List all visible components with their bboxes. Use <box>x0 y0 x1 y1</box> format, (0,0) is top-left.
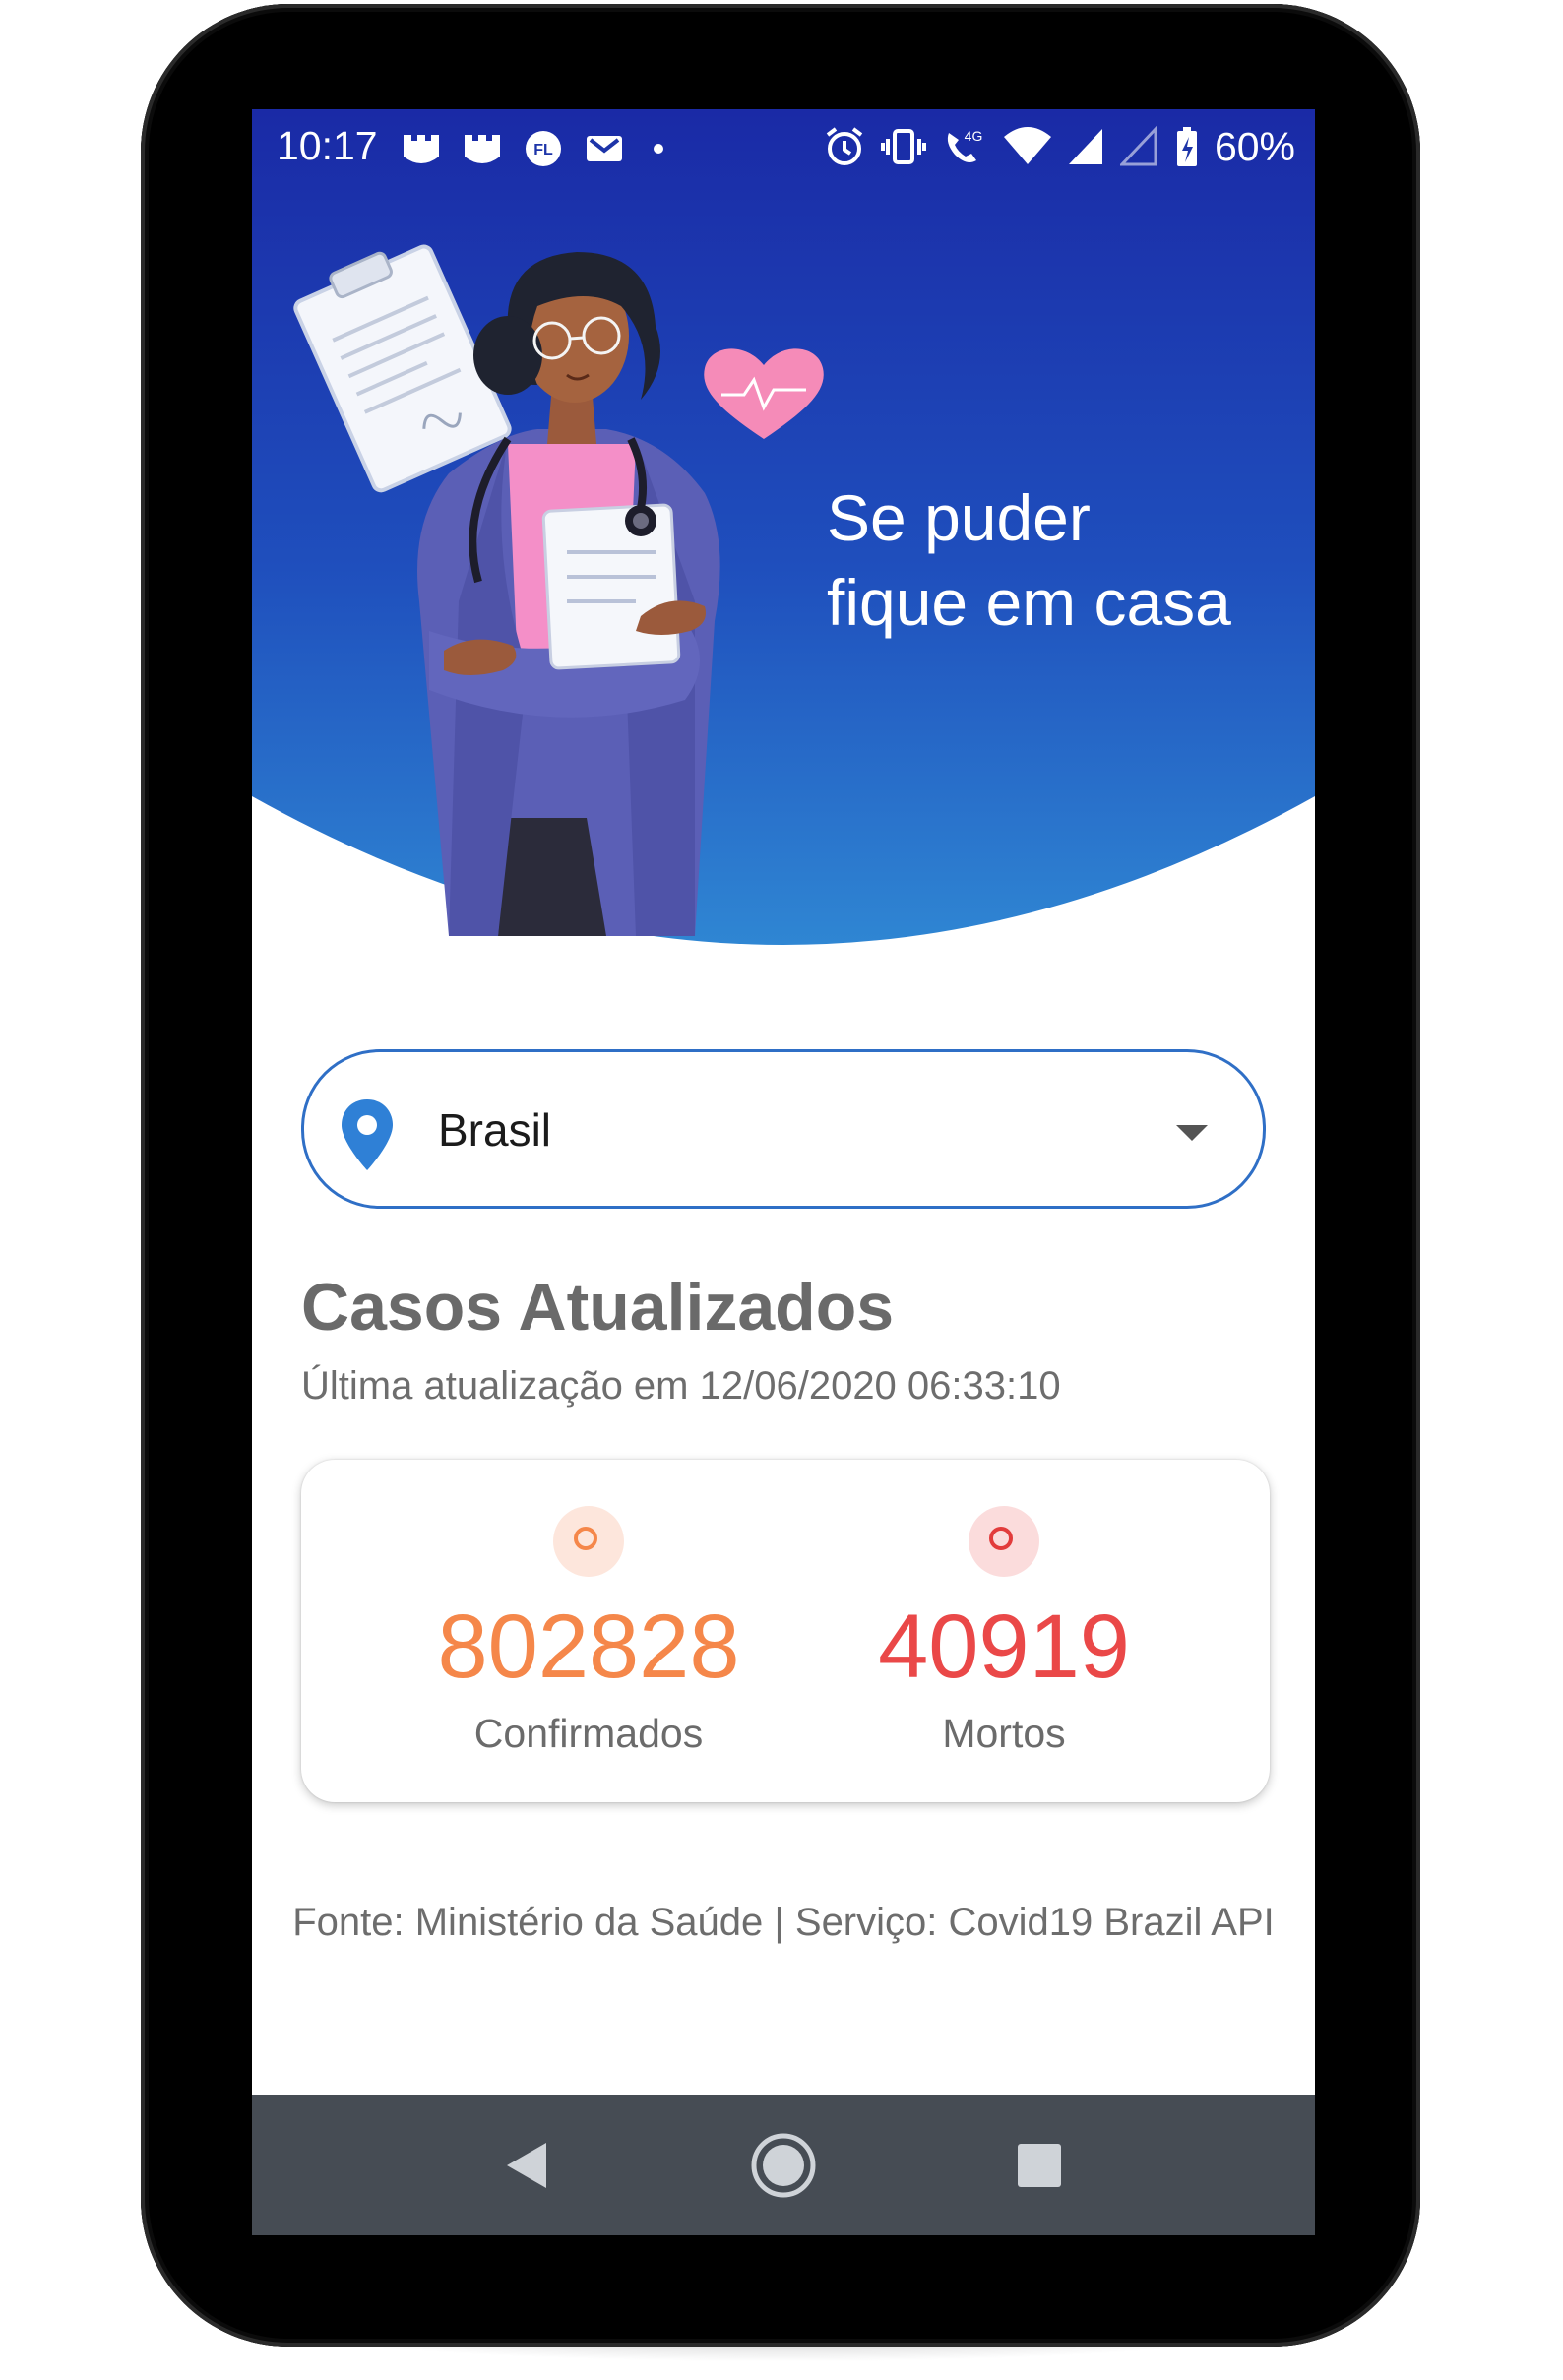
hero-banner: 10:17 FL 4G 60% Se puder fique em casa <box>252 109 1315 1094</box>
svg-text:4G: 4G <box>965 128 983 144</box>
hero-tagline: Se puder fique em casa <box>827 475 1299 645</box>
castle-icon <box>404 135 439 163</box>
chevron-down-icon <box>1176 1125 1208 1141</box>
deaths-value: 40919 <box>878 1597 1130 1697</box>
deaths-stat: 40919 Mortos <box>807 1460 1201 1802</box>
confirmed-indicator-icon <box>553 1506 624 1577</box>
location-select[interactable]: Brasil <box>301 1049 1266 1209</box>
volte-4g-icon: 4G <box>947 128 983 162</box>
signal-icon <box>1068 129 1102 164</box>
recents-icon <box>1018 2143 1061 2187</box>
wifi-icon <box>1003 127 1051 164</box>
home-icon <box>751 2133 816 2197</box>
castle-icon <box>465 135 500 163</box>
gmail-icon <box>587 136 622 161</box>
alarm-icon <box>826 127 863 165</box>
confirmed-label: Confirmados <box>473 1711 704 1756</box>
battery-percentage: 60% <box>1214 123 1295 169</box>
recents-button[interactable] <box>980 2095 1098 2235</box>
last-update-text: Última atualização em 12/06/2020 06:33:1… <box>301 1364 1061 1408</box>
location-pin-icon <box>342 1099 393 1170</box>
status-time: 10:17 <box>277 123 378 168</box>
deaths-label: Mortos <box>942 1711 1066 1756</box>
tagline-line-1: Se puder <box>827 481 1091 554</box>
confirmed-stat: 802828 Confirmados <box>392 1460 785 1802</box>
home-button[interactable] <box>724 2095 843 2235</box>
confirmed-value: 802828 <box>437 1597 740 1697</box>
svg-text:FL: FL <box>533 142 553 158</box>
source-footer: Fonte: Ministério da Saúde | Serviço: Co… <box>292 1901 1275 1944</box>
cases-title: Casos Atualizados <box>301 1270 895 1345</box>
doctor-illustration <box>417 252 720 936</box>
status-system-icons: 4G 60% <box>823 123 1295 170</box>
dot-icon <box>654 144 663 154</box>
location-select-value: Brasil <box>438 1104 552 1156</box>
system-nav-bar <box>252 2095 1315 2235</box>
status-notification-icons: FL <box>400 127 673 170</box>
stats-card: 802828 Confirmados 40919 Mortos <box>301 1460 1270 1802</box>
vibrate-icon <box>880 129 926 164</box>
signal-empty-icon <box>1119 125 1157 166</box>
battery-charging-icon <box>1176 127 1197 166</box>
app-screen: 10:17 FL 4G 60% Se puder fique em casa B… <box>252 109 1315 2235</box>
back-button[interactable] <box>469 2095 587 2235</box>
status-bar: 10:17 FL 4G 60% <box>252 109 1315 190</box>
deaths-indicator-icon <box>969 1506 1039 1577</box>
fl-app-icon: FL <box>526 131 561 166</box>
back-icon <box>507 2142 546 2188</box>
tagline-line-2: fique em casa <box>827 566 1231 639</box>
